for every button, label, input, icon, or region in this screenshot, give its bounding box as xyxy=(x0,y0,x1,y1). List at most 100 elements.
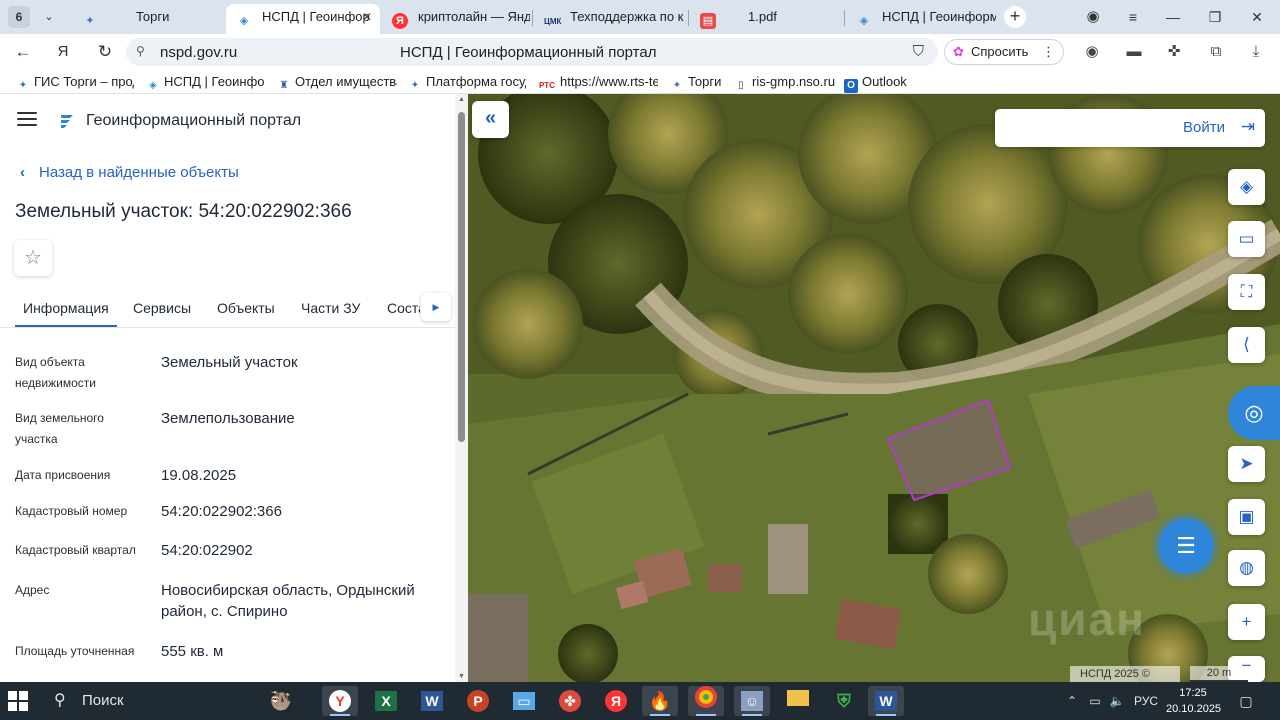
scroll-down-icon[interactable]: ▼ xyxy=(457,673,466,680)
tab-information[interactable]: Информация xyxy=(15,300,117,327)
restore-icon[interactable]: ❐ xyxy=(1200,6,1230,28)
ask-alice-button[interactable]: ✿ Спросить ⋮ xyxy=(944,39,1064,65)
site-info-icon[interactable]: ⚲ xyxy=(136,44,152,60)
browser-tab-nspd-2[interactable]: ◈ НСПД | Геоинформ xyxy=(846,4,996,32)
extensions-puzzle-icon[interactable]: ✜ xyxy=(1164,42,1184,62)
file-explorer-icon[interactable] xyxy=(780,686,816,716)
close-tab-icon[interactable]: ✕ xyxy=(362,4,372,30)
extension-avatar-icon[interactable]: ◉ xyxy=(1082,42,1102,62)
system-clock[interactable]: 17:25 20.10.2025 xyxy=(1166,685,1221,717)
excel-icon[interactable]: X xyxy=(368,686,404,716)
property-key: Вид земельного участка xyxy=(15,411,104,446)
sloth-widget-icon[interactable]: 🦥 xyxy=(248,686,314,716)
locate-icon: ➤ xyxy=(1239,454,1254,473)
outlook-icon: O xyxy=(844,79,858,93)
scrollbar-thumb[interactable] xyxy=(458,112,465,442)
scroll-up-icon[interactable]: ▲ xyxy=(457,96,466,103)
tray-chevron-up-icon[interactable]: ⌃ xyxy=(1064,682,1080,720)
taskbar-search[interactable]: ⚲ Поиск xyxy=(46,682,246,720)
browser-tab-strip: 6 ⌄ ✦ Торги ◈ НСПД | Геоинфор ✕ Якриптолай… xyxy=(0,0,1280,34)
share-button[interactable]: ⟨ xyxy=(1228,327,1265,363)
back-to-results-link[interactable]: ‹ Назад в найденные объекты xyxy=(20,164,239,181)
login-icon: ⇥ xyxy=(1240,117,1255,136)
panel-scrollbar[interactable]: ▲ ▼ xyxy=(455,94,468,682)
remote-desktop-icon[interactable]: ▭ xyxy=(506,686,542,716)
property-key: Площадь уточненная xyxy=(15,644,135,658)
tab-services[interactable]: Сервисы xyxy=(133,300,191,316)
security-shield-icon[interactable]: ⛨ xyxy=(826,686,862,716)
downloads-icon[interactable]: ⤓ xyxy=(1246,42,1266,62)
browser-tab-torgi[interactable]: ✦ Торги xyxy=(72,4,222,32)
login-button[interactable]: Войти ⇥ xyxy=(995,109,1265,147)
tabs-scroll-right-icon[interactable]: ▶ xyxy=(421,293,451,321)
powerpoint-icon[interactable]: P xyxy=(460,686,496,716)
menu-icon[interactable]: ≡ xyxy=(1118,6,1148,28)
flame-app-icon[interactable]: 🔥 xyxy=(642,686,678,716)
app-portrait-icon[interactable]: ☺ xyxy=(734,686,770,716)
double-chevron-left-icon: « xyxy=(484,107,497,129)
chrome-icon[interactable] xyxy=(688,686,724,716)
windows-start-icon[interactable] xyxy=(8,691,28,711)
collections-icon[interactable]: ⧉ xyxy=(1206,42,1226,62)
favorite-star-button[interactable]: ☆ xyxy=(14,240,52,276)
zoom-in-button[interactable]: + xyxy=(1228,604,1265,640)
yandex-browser-taskbar-icon[interactable]: Y xyxy=(322,686,358,716)
tab-objects[interactable]: Объекты xyxy=(217,300,275,316)
hamburger-menu-icon[interactable] xyxy=(17,112,37,126)
chat-button[interactable]: ☰ xyxy=(1158,518,1214,574)
word-icon[interactable]: W xyxy=(414,686,450,716)
network-icon[interactable]: ▭ xyxy=(1086,682,1104,720)
browser-tab-yandex[interactable]: Якриптолайн — Янде xyxy=(382,4,530,32)
bookmark-property-dept[interactable]: ♜ Отдел имущества xyxy=(277,74,397,93)
extension-hat-icon[interactable]: ▬ xyxy=(1124,42,1144,62)
tab-search-chevron-icon[interactable]: ⌄ xyxy=(38,6,60,28)
tab-composition[interactable]: Соста xyxy=(387,300,420,316)
language-indicator[interactable]: РУС xyxy=(1132,682,1160,720)
browser-tab-nspd-active[interactable]: ◈ НСПД | Геоинфор ✕ xyxy=(226,4,380,34)
browser-tab-support[interactable]: ЦМК Техподдержка по к xyxy=(534,4,684,32)
bookmark-outlook[interactable]: O Outlook xyxy=(844,74,914,93)
yandex-home-icon[interactable]: Я xyxy=(50,40,76,64)
tab-count-button[interactable]: 6 xyxy=(8,6,30,28)
bookmark-torgi[interactable]: ✦ Торги xyxy=(670,74,726,93)
geolocation-button[interactable]: ◍ xyxy=(1228,550,1265,586)
satellite-imagery xyxy=(468,94,1280,682)
back-arrow-icon[interactable]: ← xyxy=(10,40,36,64)
omnibox[interactable]: ⚲ nspd.gov.ru НСПД | Геоинформационный п… xyxy=(126,38,938,66)
search-label: Поиск xyxy=(82,692,124,709)
tab-title: НСПД | Геоинфор xyxy=(262,9,370,24)
bookmark-gis-torgi[interactable]: ✦ ГИС Торги – прод xyxy=(16,74,134,93)
help-assistant-button[interactable]: ◎ xyxy=(1228,386,1280,440)
collapse-panel-button[interactable]: « xyxy=(472,101,509,138)
browser-tab-pdf[interactable]: ▤ 1.pdf xyxy=(690,4,840,32)
reload-icon[interactable]: ↻ xyxy=(92,40,118,64)
print-button[interactable]: ▣ xyxy=(1228,499,1265,535)
minimize-icon[interactable]: — xyxy=(1158,6,1188,28)
tab-parcel-parts[interactable]: Части ЗУ xyxy=(301,300,360,316)
bookmark-ris-gmp[interactable]: ▯ ris-gmp.nso.ru xyxy=(734,74,838,93)
zoom-in-icon: + xyxy=(1241,612,1252,631)
bookmark-gov-platform[interactable]: ✦ Платформа госуд xyxy=(408,74,526,93)
app-red-icon[interactable]: ✤ xyxy=(552,686,588,716)
locate-button[interactable]: ➤ xyxy=(1228,446,1265,482)
bookmark-icon[interactable]: ⛉ xyxy=(913,43,924,60)
more-dots-icon[interactable]: ⋮ xyxy=(1042,40,1055,64)
select-area-icon: ⛶ xyxy=(1240,282,1253,301)
volume-icon[interactable]: 🔈 xyxy=(1108,682,1126,720)
word-taskbar-icon[interactable]: W xyxy=(868,686,904,716)
layers-button[interactable]: ◈ xyxy=(1228,169,1265,205)
new-tab-button[interactable]: + xyxy=(1004,6,1026,28)
bookmark-rts[interactable]: РТС https://www.rts-te xyxy=(538,74,658,93)
select-area-button[interactable]: ⛶ xyxy=(1228,274,1265,310)
ruler-button[interactable]: ▭ xyxy=(1228,221,1265,257)
satellite-map[interactable]: циан « Войти ⇥ ◈ ▭ ⛶ ⟨ ◎ ➤ ▣ ◍ + − ☰ НСП… xyxy=(468,94,1280,682)
map-copyright: НСПД 2025 © xyxy=(1070,666,1180,682)
notification-icon[interactable]: ▢ xyxy=(1234,682,1258,720)
yandex-icon[interactable]: Я xyxy=(598,686,634,716)
login-label: Войти xyxy=(1183,119,1225,136)
bookmark-label: ГИС Торги – прод xyxy=(34,74,134,89)
bookmark-nspd[interactable]: ◈ НСПД | Геоинфор xyxy=(146,74,264,93)
url-text: nspd.gov.ru xyxy=(160,44,238,61)
profile-avatar-icon[interactable]: ◉ xyxy=(1078,6,1108,28)
close-window-icon[interactable]: ✕ xyxy=(1242,6,1272,28)
